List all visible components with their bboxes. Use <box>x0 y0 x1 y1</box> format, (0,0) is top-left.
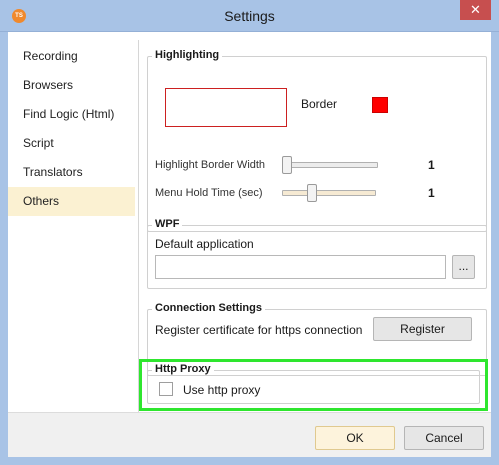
close-button[interactable]: ✕ <box>460 0 491 20</box>
highlight-preview-box <box>165 88 287 127</box>
use-http-proxy-label: Use http proxy <box>183 383 261 397</box>
sidebar-item-script[interactable]: Script <box>8 129 135 158</box>
highlighting-group: Highlighting Border Highlight Border Wid… <box>147 49 487 232</box>
sidebar-item-others[interactable]: Others <box>8 187 135 216</box>
title-bar: TS Settings ✕ <box>0 0 499 32</box>
sidebar-item-browsers[interactable]: Browsers <box>8 71 135 100</box>
highlight-border-width-value: 1 <box>428 158 435 172</box>
default-application-input[interactable] <box>155 255 446 279</box>
connection-settings-group-title: Connection Settings <box>152 302 265 314</box>
wpf-group-title: WPF <box>152 218 183 230</box>
wpf-group: WPF Default application ... <box>147 218 487 289</box>
highlight-border-width-slider[interactable] <box>282 162 378 168</box>
menu-hold-time-thumb[interactable] <box>307 184 317 202</box>
highlight-border-width-thumb[interactable] <box>282 156 292 174</box>
window-title: Settings <box>224 8 275 24</box>
menu-hold-time-value: 1 <box>428 186 435 200</box>
settings-sidebar: Recording Browsers Find Logic (Html) Scr… <box>8 42 135 216</box>
register-certificate-label: Register certificate for https connectio… <box>155 323 363 337</box>
sidebar-item-find-logic[interactable]: Find Logic (Html) <box>8 100 135 129</box>
http-proxy-group-title: Http Proxy <box>152 363 214 375</box>
default-application-label: Default application <box>155 237 254 251</box>
dialog-footer: OK Cancel <box>8 412 491 457</box>
menu-hold-time-label: Menu Hold Time (sec) <box>155 187 263 199</box>
http-proxy-group: Http Proxy Use http proxy <box>147 363 480 404</box>
sidebar-divider <box>138 40 139 412</box>
cancel-button[interactable]: Cancel <box>404 426 484 450</box>
dialog-body: Recording Browsers Find Logic (Html) Scr… <box>8 32 491 457</box>
highlight-border-width-label: Highlight Border Width <box>155 159 266 171</box>
border-color-swatch[interactable] <box>372 97 388 113</box>
window-frame: Recording Browsers Find Logic (Html) Scr… <box>0 32 499 465</box>
use-http-proxy-checkbox[interactable] <box>159 382 173 396</box>
browse-button[interactable]: ... <box>452 255 475 279</box>
highlighting-group-title: Highlighting <box>152 49 223 61</box>
register-button[interactable]: Register <box>373 317 472 341</box>
ok-button[interactable]: OK <box>315 426 395 450</box>
menu-hold-time-slider[interactable] <box>282 190 376 196</box>
border-label: Border <box>301 97 338 111</box>
sidebar-item-recording[interactable]: Recording <box>8 42 135 71</box>
sidebar-item-translators[interactable]: Translators <box>8 158 135 187</box>
